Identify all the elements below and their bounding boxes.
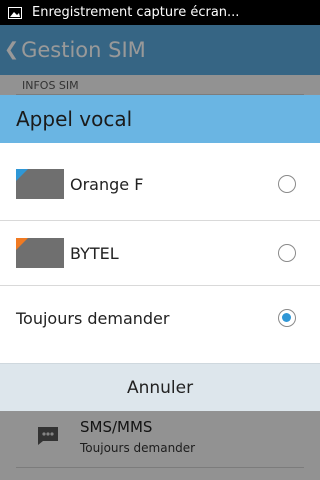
option-label: Orange F: [70, 174, 144, 194]
status-bar: Enregistrement capture écran...: [0, 0, 320, 25]
radio-button-selected[interactable]: [278, 309, 296, 327]
screen: Enregistrement capture écran... ❮ Gestio…: [0, 0, 320, 480]
image-icon: [8, 6, 22, 19]
option-always-ask[interactable]: Toujours demander: [0, 286, 320, 350]
sim-card-icon: [16, 169, 64, 199]
sim-card-icon: [16, 238, 64, 268]
option-bytel[interactable]: BYTEL: [0, 221, 320, 285]
radio-button[interactable]: [278, 244, 296, 262]
dialog-title: Appel vocal: [16, 107, 133, 131]
voice-call-dialog: Appel vocal Orange F BYTEL Toujours dema…: [0, 95, 320, 411]
dialog-title-bar: Appel vocal: [0, 95, 320, 143]
cancel-button[interactable]: Annuler: [0, 363, 320, 411]
option-label: BYTEL: [70, 243, 119, 263]
notification-text: Enregistrement capture écran...: [32, 5, 240, 20]
radio-button[interactable]: [278, 175, 296, 193]
option-orange-f[interactable]: Orange F: [0, 152, 320, 216]
option-label: Toujours demander: [16, 308, 170, 328]
